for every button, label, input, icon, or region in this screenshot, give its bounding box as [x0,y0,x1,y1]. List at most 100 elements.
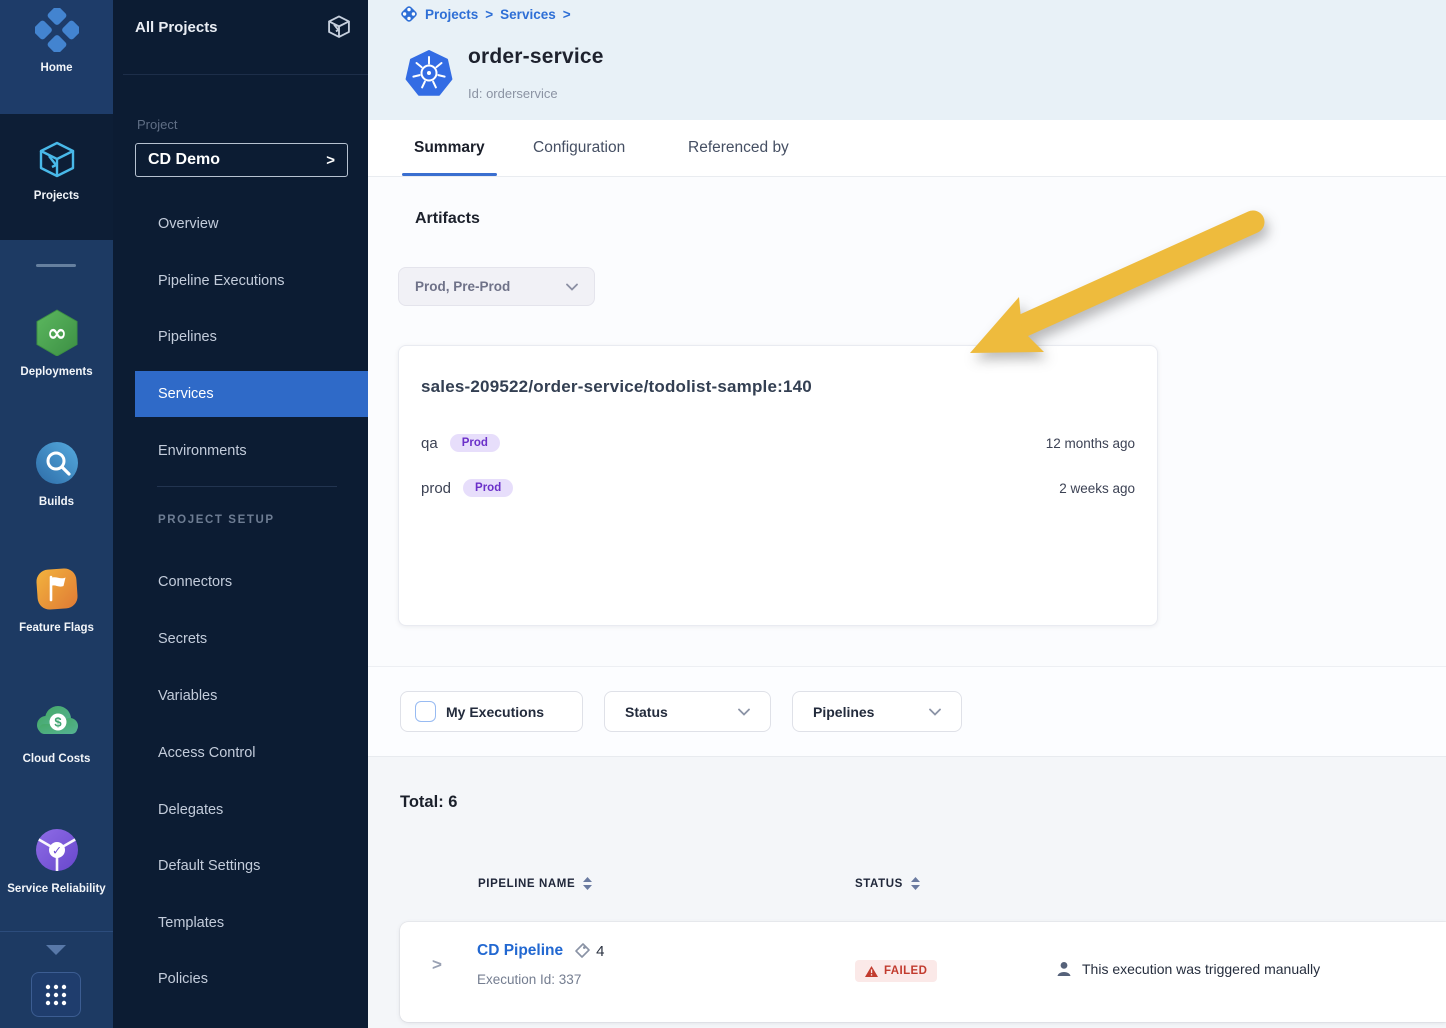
sidebar-item-services[interactable]: Services [135,371,368,417]
artifact-env-filter-value: Prod, Pre-Prod [415,279,510,294]
sidebar-item-pipelines[interactable]: Pipelines [135,314,368,360]
chevron-down-icon [566,283,578,291]
sidebar-item-templates[interactable]: Templates [135,900,368,946]
env-name: qa [421,435,438,452]
breadcrumb-separator: > [485,7,493,22]
project-selector[interactable]: CD Demo > [135,143,348,177]
rail-bottom-divider [0,931,113,932]
breadcrumb-services[interactable]: Services [500,7,556,22]
status-filter-dropdown[interactable]: Status [604,691,771,732]
rail-divider [36,264,76,267]
deploy-time: 12 months ago [1046,436,1135,451]
deployments-icon: ∞ [34,308,80,356]
project-setup-label: PROJECT SETUP [158,514,275,526]
my-executions-label: My Executions [446,704,544,720]
chevron-down-icon [929,708,941,716]
env-name: prod [421,480,451,497]
tab-configuration[interactable]: Configuration [533,120,625,176]
sidebar-item-file-store[interactable]: File Store [135,1020,368,1028]
rail-item-builds[interactable]: Builds [0,440,113,512]
column-label: STATUS [855,878,903,890]
svg-text:✓: ✓ [51,844,61,858]
artifact-env-row: qa Prod 12 months ago [421,430,1135,456]
all-projects-label: All Projects [135,19,218,36]
rail-collapse-chevron-icon[interactable] [45,944,67,956]
tab-summary[interactable]: Summary [414,120,485,176]
tab-referenced-by[interactable]: Referenced by [688,120,789,176]
status-badge-failed: FAILED [855,960,937,982]
svg-text:$: $ [54,715,62,730]
service-reliability-icon: ✓ [34,827,80,873]
tag-icon [573,942,591,960]
sidebar-item-overview[interactable]: Overview [135,201,368,247]
sidebar-item-policies[interactable]: Policies [135,956,368,1002]
pipelines-filter-dropdown[interactable]: Pipelines [792,691,962,732]
rail-item-deployments[interactable]: ∞ Deployments [0,308,113,382]
feature-flags-icon [34,566,80,612]
rail-item-cloud-costs[interactable]: $ Cloud Costs [0,697,113,769]
warning-triangle-icon [865,966,878,977]
artifacts-heading: Artifacts [415,210,480,228]
sidebar-item-variables[interactable]: Variables [135,673,368,719]
project-label: Project [137,117,177,132]
app-grid-button[interactable] [31,972,81,1017]
pipelines-filter-label: Pipelines [813,704,874,720]
sidebar-divider [157,486,337,487]
sidebar-item-access-control[interactable]: Access Control [135,730,368,776]
breadcrumb-projects[interactable]: Projects [425,7,478,22]
sidebar-divider [123,74,368,75]
env-type-badge: Prod [463,479,513,497]
rail-item-label: Cloud Costs [21,751,93,769]
chevron-right-icon: > [326,152,335,169]
rail-item-service-reliability[interactable]: ✓ Service Reliability [0,827,113,899]
column-header-pipeline-name[interactable]: PIPELINE NAME [478,877,592,891]
execution-row[interactable]: > CD Pipeline 4 Execution Id: 337 [400,922,1446,1022]
rail-item-feature-flags[interactable]: Feature Flags [0,566,113,638]
my-executions-toggle[interactable]: My Executions [400,691,583,732]
module-rail: Home Projects ∞ Deployments [0,0,113,1028]
sidebar-item-environments[interactable]: Environments [135,428,368,474]
harness-home-icon [35,8,79,52]
cloud-costs-icon: $ [32,697,82,743]
rail-item-projects[interactable]: Projects [0,114,113,240]
sidebar-item-delegates[interactable]: Delegates [135,787,368,833]
all-projects-cube-icon[interactable] [326,14,352,40]
tag-count: 4 [596,943,604,960]
sort-icon[interactable] [911,877,920,891]
column-label: PIPELINE NAME [478,878,575,890]
sidebar-item-pipeline-executions[interactable]: Pipeline Executions [135,258,368,304]
execution-filter-bar: My Executions Status Pipelines [368,667,1446,757]
rail-item-label: Builds [37,494,76,512]
pipeline-name-link[interactable]: CD Pipeline [477,942,563,960]
sidebar-header[interactable]: All Projects [135,14,352,40]
row-expand-chevron[interactable]: > [432,955,442,975]
rail-item-label: Projects [32,188,81,206]
rail-item-home[interactable]: Home [0,0,113,114]
svg-text:∞: ∞ [47,319,67,347]
rail-item-label: Deployments [18,364,94,382]
project-selector-value: CD Demo [148,151,220,169]
projects-cube-icon [36,140,78,180]
kubernetes-service-icon [405,50,453,98]
column-header-status[interactable]: STATUS [855,877,920,891]
sort-icon[interactable] [583,877,592,891]
harness-logo-icon [400,5,418,23]
service-id: Id: orderservice [468,86,558,101]
pipeline-name-line: CD Pipeline 4 [477,942,604,960]
artifact-env-filter[interactable]: Prod, Pre-Prod [398,267,595,306]
status-filter-label: Status [625,704,668,720]
executions-section: Total: 6 PIPELINE NAME STATUS > CD Pipel… [368,757,1446,1028]
sidebar-item-connectors[interactable]: Connectors [135,559,368,605]
waffle-grid-icon [44,983,68,1007]
deploy-time: 2 weeks ago [1059,481,1135,496]
artifact-card: sales-209522/order-service/todolist-samp… [398,345,1158,626]
sidebar-item-default-settings[interactable]: Default Settings [135,843,368,889]
artifacts-section: Artifacts Prod, Pre-Prod sales-209522/or… [368,177,1446,667]
artifact-env-row: prod Prod 2 weeks ago [421,475,1135,501]
chevron-down-icon [738,708,750,716]
tab-bar: Summary Configuration Referenced by [368,120,1446,177]
sidebar-item-secrets[interactable]: Secrets [135,616,368,662]
page-header: Projects > Services > [368,0,1446,120]
project-sidebar: All Projects Project CD Demo > Overview … [113,0,368,1028]
my-executions-checkbox[interactable] [415,701,436,722]
